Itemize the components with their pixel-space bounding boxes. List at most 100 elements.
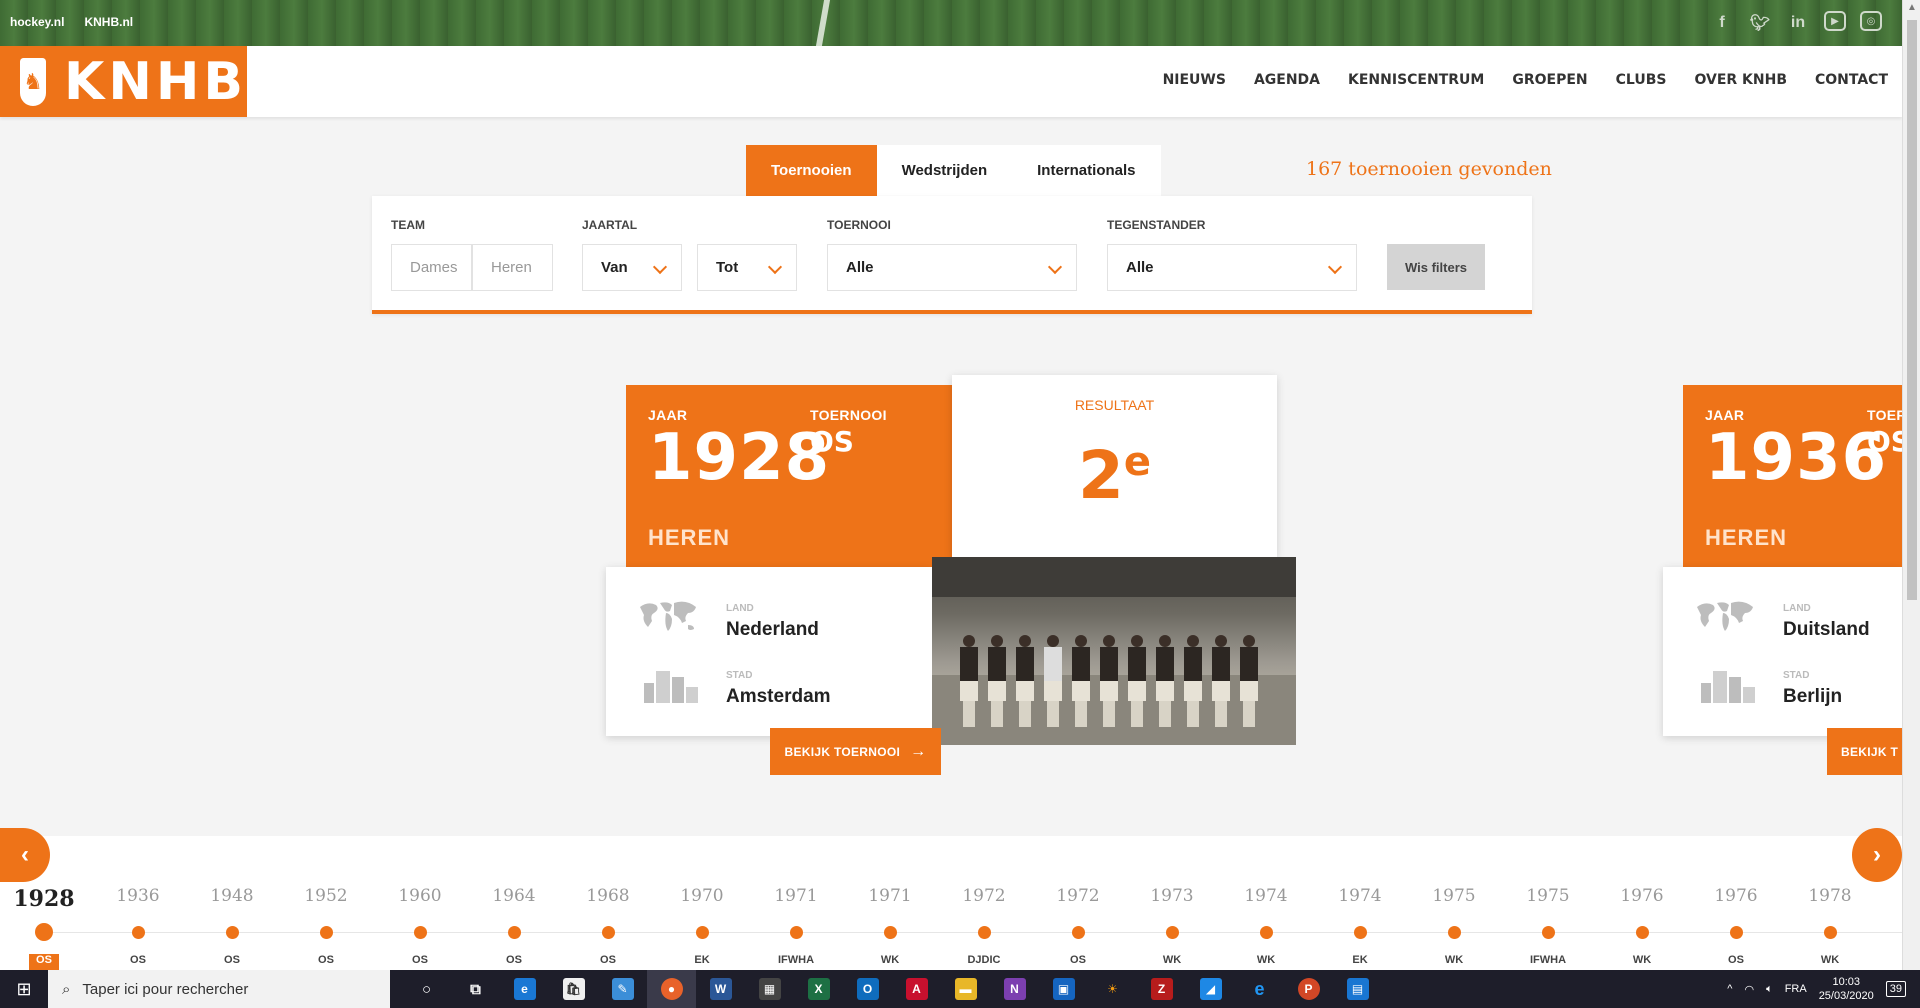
timeline-year[interactable]: 1978: [1790, 886, 1870, 906]
chevron-right-icon[interactable]: ›: [1852, 828, 1902, 882]
volume-icon[interactable]: 🔈︎: [1766, 983, 1773, 996]
tray-arrow-icon[interactable]: ^: [1727, 983, 1732, 995]
filezilla-icon[interactable]: Z: [1137, 970, 1186, 1008]
toernooi-select[interactable]: Alle: [827, 244, 1077, 291]
bekijk-toernooi-button[interactable]: BEKIJK TOERNOOI →: [770, 728, 941, 775]
timeline-year[interactable]: 1971: [756, 886, 836, 906]
scroll-up-icon[interactable]: ▲: [1903, 2, 1920, 13]
firefox-icon[interactable]: ●: [647, 970, 696, 1008]
language-indicator[interactable]: FRA: [1785, 983, 1807, 995]
team-heren-button[interactable]: Heren: [472, 244, 553, 291]
timeline-year[interactable]: 1974: [1320, 886, 1400, 906]
tab-toernooien[interactable]: Toernooien: [746, 145, 877, 203]
timeline-dot[interactable]: [1823, 926, 1837, 939]
timeline-year[interactable]: 1948: [192, 886, 272, 906]
timeline-dot[interactable]: [1635, 926, 1649, 939]
remote-desktop-icon[interactable]: ▣: [1039, 970, 1088, 1008]
timeline-dot[interactable]: [225, 926, 239, 939]
timeline-dot[interactable]: [35, 923, 53, 941]
nav-clubs[interactable]: CLUBS: [1616, 72, 1667, 88]
timeline-year[interactable]: 1972: [1038, 886, 1118, 906]
timeline-dot[interactable]: [695, 926, 709, 939]
onenote-icon[interactable]: N: [990, 970, 1039, 1008]
nav-groepen[interactable]: GROEPEN: [1512, 72, 1587, 88]
timeline-dot[interactable]: [601, 926, 615, 939]
linkedin-icon[interactable]: in: [1786, 11, 1810, 35]
youtube-icon[interactable]: ▶: [1824, 11, 1846, 31]
jaartal-van-select[interactable]: Van: [582, 244, 682, 291]
nav-kenniscentrum[interactable]: KENNISCENTRUM: [1348, 72, 1484, 88]
acrobat-icon[interactable]: A: [892, 970, 941, 1008]
timeline-dot[interactable]: [131, 926, 145, 939]
cortana-icon[interactable]: ○: [402, 970, 451, 1008]
edge-icon[interactable]: e: [500, 970, 549, 1008]
internet-explorer-icon[interactable]: e: [1235, 970, 1284, 1008]
jaartal-tot-select[interactable]: Tot: [697, 244, 797, 291]
timeline-year[interactable]: 1928: [4, 886, 84, 912]
twitter-icon[interactable]: 🐦︎: [1748, 11, 1772, 35]
timeline-year[interactable]: 1970: [662, 886, 742, 906]
excel-icon[interactable]: X: [794, 970, 843, 1008]
timeline-dot[interactable]: [789, 926, 803, 939]
timeline-dot[interactable]: [507, 926, 521, 939]
scrollbar-thumb[interactable]: [1907, 20, 1917, 600]
nav-contact[interactable]: CONTACT: [1815, 72, 1888, 88]
timeline-year[interactable]: 1976: [1602, 886, 1682, 906]
timeline-year[interactable]: 1936: [98, 886, 178, 906]
timeline-dot[interactable]: [977, 926, 991, 939]
nav-nieuws[interactable]: NIEUWS: [1163, 72, 1226, 88]
outlook-icon[interactable]: O: [843, 970, 892, 1008]
tournament-card-header[interactable]: JAAR TOER 1936 OS HEREN: [1683, 385, 1902, 567]
bekijk-toernooi-button[interactable]: BEKIJK T: [1827, 728, 1902, 775]
timeline-dot[interactable]: [1729, 926, 1743, 939]
timeline-dot[interactable]: [1071, 926, 1085, 939]
store-icon[interactable]: 🛍︎: [549, 970, 598, 1008]
timeline-dot[interactable]: [1541, 926, 1555, 939]
file-explorer-icon[interactable]: ▬: [941, 970, 990, 1008]
timeline-year[interactable]: 1971: [850, 886, 930, 906]
knhb-nl-link[interactable]: KNHB.nl: [84, 15, 133, 29]
knhb-logo[interactable]: ♞ KNHB: [0, 46, 247, 117]
word-icon[interactable]: W: [696, 970, 745, 1008]
notifications-icon[interactable]: 39: [1885, 981, 1906, 997]
app-window-icon[interactable]: ▤: [1333, 970, 1382, 1008]
team-dames-button[interactable]: Dames: [391, 244, 472, 291]
wis-filters-button[interactable]: Wis filters: [1387, 244, 1485, 290]
clock[interactable]: 10:03 25/03/2020: [1819, 975, 1874, 1003]
tab-internationals[interactable]: Internationals: [1012, 145, 1161, 196]
nav-over-knhb[interactable]: OVER KNHB: [1694, 72, 1787, 88]
tab-wedstrijden[interactable]: Wedstrijden: [876, 145, 1013, 196]
timeline-year[interactable]: 1975: [1414, 886, 1494, 906]
timeline-year[interactable]: 1975: [1508, 886, 1588, 906]
nav-agenda[interactable]: AGENDA: [1254, 72, 1320, 88]
timeline-dot[interactable]: [319, 926, 333, 939]
timeline-year[interactable]: 1974: [1226, 886, 1306, 906]
vertical-scrollbar[interactable]: ▲: [1902, 0, 1920, 970]
timeline-dot[interactable]: [413, 926, 427, 939]
powerpoint-icon[interactable]: P: [1284, 970, 1333, 1008]
timeline-dot[interactable]: [883, 926, 897, 939]
timeline-year[interactable]: 1973: [1132, 886, 1212, 906]
timeline-year[interactable]: 1972: [944, 886, 1024, 906]
timeline-year[interactable]: 1964: [474, 886, 554, 906]
windows-start-icon[interactable]: ⊞: [0, 970, 48, 1008]
task-view-icon[interactable]: ⧉: [451, 970, 500, 1008]
timeline-year[interactable]: 1976: [1696, 886, 1776, 906]
timeline-year[interactable]: 1952: [286, 886, 366, 906]
facebook-icon[interactable]: f: [1710, 11, 1734, 35]
draw-app-icon[interactable]: ◢: [1186, 970, 1235, 1008]
taskbar-search[interactable]: ⌕ Taper ici pour rechercher: [48, 970, 390, 1008]
calculator-icon[interactable]: ▦: [745, 970, 794, 1008]
timeline-year[interactable]: 1960: [380, 886, 460, 906]
sun-app-icon[interactable]: ☀: [1088, 970, 1137, 1008]
instagram-icon[interactable]: ◎: [1860, 11, 1882, 31]
tegenstander-select[interactable]: Alle: [1107, 244, 1357, 291]
hockey-nl-link[interactable]: hockey.nl: [10, 15, 64, 29]
paint-icon[interactable]: ✎: [598, 970, 647, 1008]
timeline-year[interactable]: 1968: [568, 886, 648, 906]
network-icon[interactable]: ◠: [1744, 983, 1754, 996]
timeline-dot[interactable]: [1165, 926, 1179, 939]
timeline-dot[interactable]: [1259, 926, 1273, 939]
timeline-dot[interactable]: [1447, 926, 1461, 939]
tournament-card-header[interactable]: JAAR TOERNOOI 1928 OS HEREN: [626, 385, 952, 567]
